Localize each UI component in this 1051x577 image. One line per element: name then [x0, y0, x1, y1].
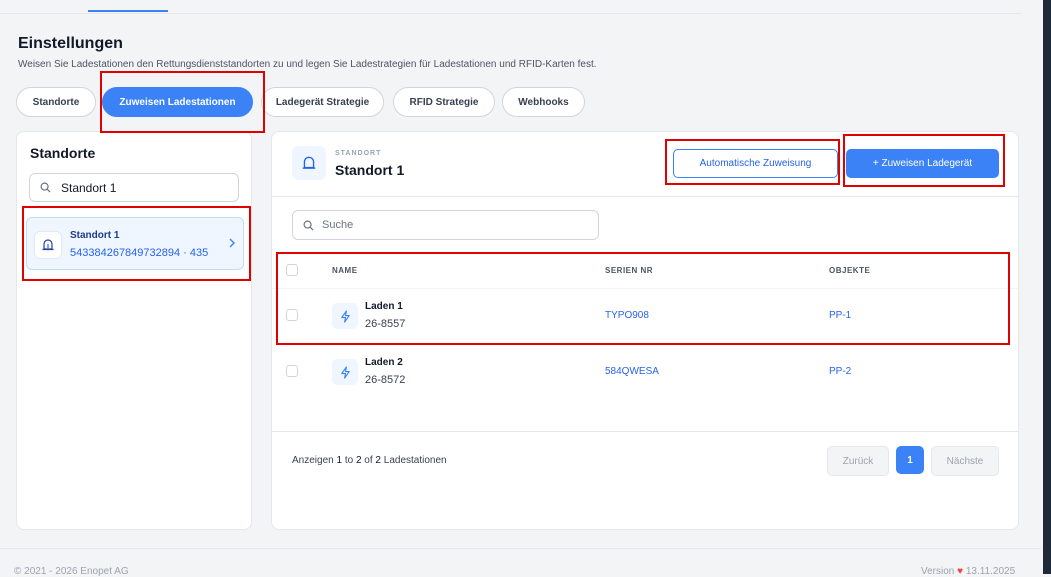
column-header-objects: OBJEKTE — [829, 266, 871, 275]
page-title: Einstellungen — [18, 35, 123, 52]
page-1-button[interactable]: 1 — [896, 446, 924, 474]
lightning-bolt-icon — [340, 365, 350, 379]
tab-webhooks[interactable]: Webhooks — [502, 87, 585, 117]
next-page-button[interactable]: Nächste — [931, 446, 999, 476]
charger-search-box[interactable] — [292, 210, 599, 240]
location-name: Standort 1 — [70, 230, 120, 241]
charger-id: 26-8572 — [365, 374, 406, 386]
row-checkbox[interactable] — [286, 365, 298, 377]
select-all-checkbox[interactable] — [286, 264, 298, 276]
previous-page-button[interactable]: Zurück — [827, 446, 889, 476]
charger-icon-box — [332, 303, 358, 329]
location-icon-box — [34, 231, 62, 259]
page-footer-divider — [0, 548, 1041, 549]
version-date: 13.11.2025 — [965, 566, 1016, 577]
column-header-serial: SERIEN NR — [605, 266, 654, 275]
charger-search-input[interactable] — [320, 218, 584, 232]
standort-icon-box — [292, 146, 326, 180]
standort-title: Standort 1 — [335, 162, 405, 178]
search-icon — [303, 220, 314, 231]
charger-id: 26-8557 — [365, 318, 406, 330]
assign-charger-button[interactable]: + Zuweisen Ladegerät — [846, 149, 999, 178]
table-header-divider — [272, 288, 1018, 289]
location-item-standort-1[interactable]: Standort 1 543384267849732894 · 435 — [26, 217, 244, 270]
window-scroll-gutter[interactable] — [1043, 0, 1051, 574]
charger-name: Laden 1 — [365, 301, 403, 312]
location-meta: 543384267849732894 · 435 — [70, 247, 209, 259]
pagination-to-word: to — [344, 455, 354, 466]
chevron-right-icon — [229, 238, 235, 248]
charger-name: Laden 2 — [365, 357, 403, 368]
version-prefix: Version — [921, 566, 955, 577]
locations-search-box[interactable] — [29, 173, 239, 202]
pagination-from: 1 — [336, 455, 343, 466]
row-checkbox[interactable] — [286, 309, 298, 321]
pagination-to: 2 — [355, 455, 362, 466]
charger-icon-box — [332, 359, 358, 385]
tab-ladegeraet-strategie[interactable]: Ladegerät Strategie — [261, 87, 384, 117]
assignment-panel: STANDORT Standort 1 Automatische Zuweisu… — [271, 131, 1019, 530]
tab-zuweisen-ladestationen[interactable]: Zuweisen Ladestationen — [102, 87, 253, 117]
automatic-assignment-button[interactable]: Automatische Zuweisung — [673, 149, 838, 178]
charger-serial: TYPO908 — [605, 310, 649, 321]
pagination-prefix: Anzeigen — [292, 455, 334, 466]
heart-icon: ♥ — [957, 566, 964, 577]
pagination-summary: Anzeigen 1 to 2 of 2 Ladestationen — [292, 455, 447, 466]
location-bell-icon — [302, 156, 316, 169]
locations-title: Standorte — [30, 145, 96, 161]
charger-objects: PP-2 — [829, 366, 852, 377]
copyright-text: © 2021 - 2026 Enopet AG — [14, 566, 129, 577]
standort-label: STANDORT — [335, 150, 382, 157]
pagination-total: 2 — [375, 455, 381, 466]
pagination-of-word: of — [364, 455, 373, 466]
charger-serial: 584QWESA — [605, 366, 659, 377]
location-bell-icon — [42, 239, 54, 251]
page-subtitle: Weisen Sie Ladestationen den Rettungsdie… — [18, 59, 597, 70]
pagination-suffix: Ladestationen — [383, 455, 447, 466]
top-nav-bar — [0, 0, 1021, 14]
table-footer-divider — [272, 431, 1018, 432]
locations-search-input[interactable] — [59, 179, 233, 196]
column-header-name: NAME — [332, 266, 358, 275]
active-nav-indicator — [88, 10, 168, 12]
search-icon — [40, 182, 51, 193]
assignment-header: STANDORT Standort 1 Automatische Zuweisu… — [272, 132, 1018, 197]
lightning-bolt-icon — [340, 309, 350, 323]
charger-objects: PP-1 — [829, 310, 852, 321]
locations-panel: Standorte Standort 1 543384267849732894 … — [16, 131, 252, 530]
tab-standorte[interactable]: Standorte — [16, 87, 96, 117]
version-text: Version ♥ 13.11.2025 — [921, 566, 1015, 577]
tab-rfid-strategie[interactable]: RFID Strategie — [393, 87, 495, 117]
